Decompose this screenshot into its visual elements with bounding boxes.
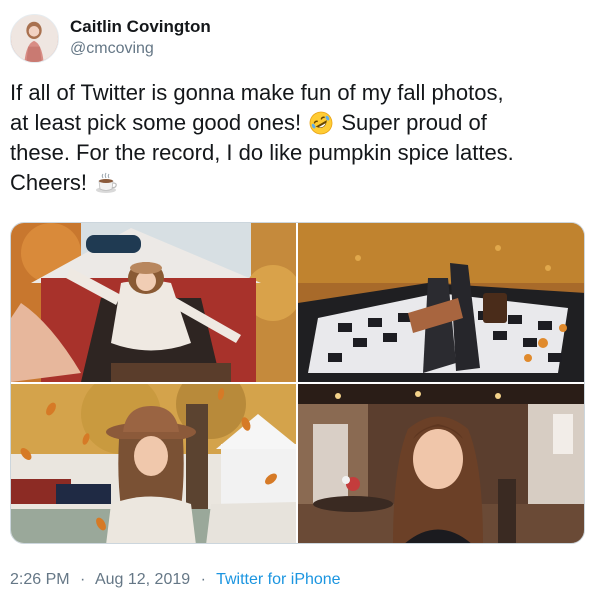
tweet-date[interactable]: Aug 12, 2019 [95, 571, 190, 588]
tweet-text-line: at least pick some good ones! Super prou… [10, 108, 595, 138]
photo-covered-bridge[interactable] [11, 223, 296, 382]
tweet-time[interactable]: 2:26 PM [10, 571, 70, 588]
tweet-text: If all of Twitter is gonna make fun of m… [10, 78, 595, 198]
photo-hat-falling-leaves[interactable] [11, 384, 296, 543]
avatar[interactable] [10, 14, 59, 63]
tweet-text-line: Cheers! [10, 168, 595, 198]
author-handle[interactable]: @cmcoving [70, 40, 154, 58]
tweet-source-link[interactable]: Twitter for iPhone [216, 571, 341, 588]
photo-grid [10, 222, 585, 544]
rolling-on-floor-laughing-emoji-icon [309, 111, 333, 135]
photo-restaurant-portrait[interactable] [298, 384, 584, 543]
tweet-text-line: these. For the record, I do like pumpkin… [10, 140, 514, 165]
separator: · [80, 571, 86, 588]
tweet-text-segment: Super proud of [341, 110, 487, 135]
hot-beverage-icon [95, 171, 119, 195]
author-display-name[interactable]: Caitlin Covington [70, 17, 211, 37]
tweet-text-segment: Cheers! [10, 170, 88, 195]
separator: · [200, 571, 206, 588]
tweet-text-line: If all of Twitter is gonna make fun of m… [10, 80, 504, 105]
tweet-text-segment: at least pick some good ones! [10, 110, 302, 135]
tweet-metadata: 2:26 PM · Aug 12, 2019 · Twitter for iPh… [10, 571, 341, 589]
photo-legs-on-blanket[interactable] [298, 223, 584, 382]
